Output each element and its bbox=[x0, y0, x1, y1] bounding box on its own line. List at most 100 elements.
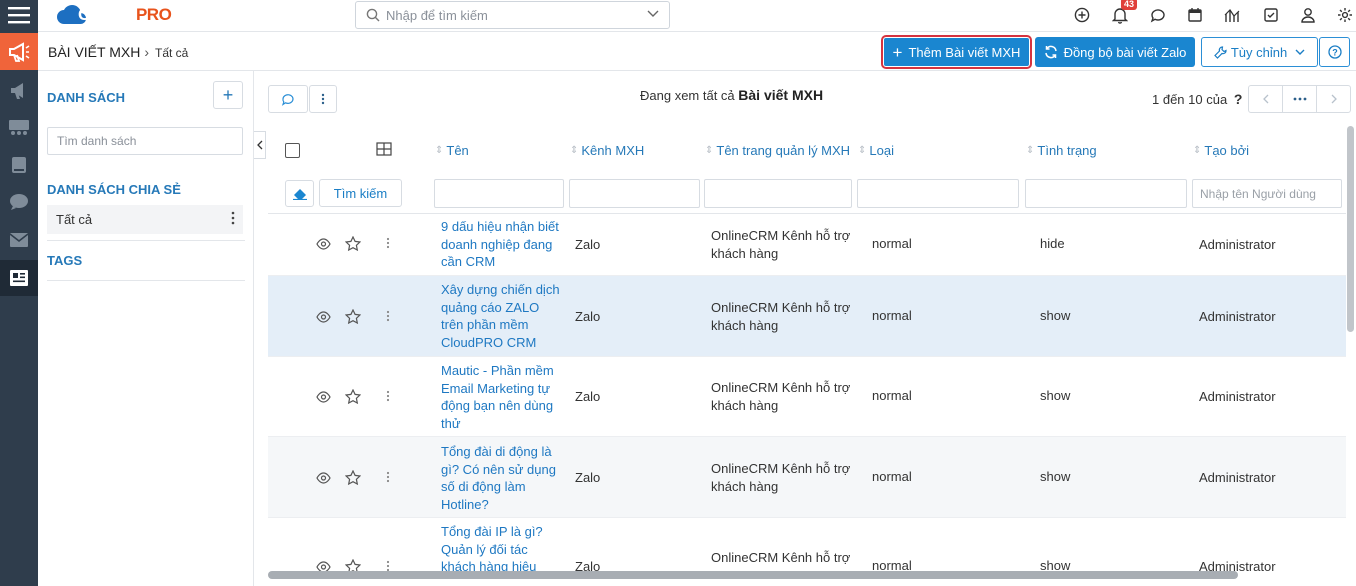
customize-dropdown-button[interactable]: Tùy chỉnh bbox=[1201, 37, 1318, 67]
eraser-icon bbox=[292, 187, 308, 200]
app-logo[interactable]: CLOUDPRO bbox=[56, 4, 172, 26]
add-circle-icon[interactable] bbox=[1073, 6, 1091, 24]
table-header: ⇕ Tên ⇕ Kênh MXH ⇕ Tên trang quản lý MXH ⇕ L… bbox=[268, 127, 1346, 174]
rail-marketing-icon[interactable] bbox=[0, 33, 38, 70]
eye-icon[interactable] bbox=[316, 238, 331, 250]
comment-icon bbox=[281, 93, 295, 106]
filter-page-input[interactable] bbox=[704, 179, 852, 208]
add-list-button[interactable]: + bbox=[213, 81, 243, 109]
row-name-link[interactable]: Tổng đài IP là gì? Quản lý đối tác khách… bbox=[441, 523, 563, 576]
star-icon[interactable] bbox=[345, 470, 361, 485]
eye-icon[interactable] bbox=[316, 311, 331, 323]
rail-contacts-icon[interactable] bbox=[0, 110, 38, 146]
clear-filter-button[interactable] bbox=[285, 180, 314, 207]
page-jump-button[interactable] bbox=[1283, 86, 1317, 112]
module-header: BÀI VIẾT MXH › Tất cả + Thêm Bài viết MXH … bbox=[38, 32, 1356, 71]
table-row[interactable]: Tổng đài di động là gì? Có nên sử dụng s… bbox=[268, 437, 1346, 518]
global-search-input[interactable]: Nhập để tìm kiếm bbox=[355, 1, 670, 29]
pager-help-icon[interactable]: ? bbox=[1234, 91, 1243, 107]
more-vertical-icon[interactable] bbox=[386, 310, 390, 322]
column-header-created-by[interactable]: ⇕ Tạo bởi bbox=[1193, 143, 1249, 158]
row-name-link[interactable]: 9 dấu hiệu nhận biết doanh nghiệp đang c… bbox=[441, 218, 563, 271]
shared-lists-title: DANH SÁCH CHIA SẺ bbox=[47, 182, 181, 197]
filter-status-input[interactable] bbox=[1025, 179, 1187, 208]
rail-mail-icon[interactable] bbox=[0, 222, 38, 258]
row-name-link[interactable]: Mautic - Phần mềm Email Marketing tự độn… bbox=[441, 362, 563, 432]
pagination-info: 1 đến 10 của ? bbox=[1152, 91, 1243, 107]
hamburger-menu-icon[interactable] bbox=[0, 0, 38, 30]
column-header-page[interactable]: ⇕ Tên trang quản lý MXH bbox=[705, 143, 850, 158]
filter-created-by-input[interactable]: Nhập tên Người dùng bbox=[1192, 179, 1342, 208]
filter-row: Tìm kiếm Nhập tên Người dùng bbox=[268, 174, 1346, 214]
eye-icon[interactable] bbox=[316, 472, 331, 484]
list-view: Đang xem tất cả Bài viết MXH 1 đến 10 củ… bbox=[268, 71, 1356, 586]
add-social-post-button[interactable]: + Thêm Bài viết MXH bbox=[883, 37, 1030, 67]
rail-book-icon[interactable] bbox=[0, 147, 38, 183]
row-name-link[interactable]: Tổng đài di động là gì? Có nên sử dụng s… bbox=[441, 443, 563, 513]
list-search-input[interactable]: Tìm danh sách bbox=[47, 127, 243, 155]
column-chooser-icon[interactable] bbox=[376, 142, 392, 156]
task-checkbox-icon[interactable] bbox=[1262, 6, 1280, 24]
horizontal-scrollbar[interactable] bbox=[268, 571, 1238, 579]
notification-badge: 43 bbox=[1121, 0, 1138, 10]
more-vertical-icon[interactable] bbox=[231, 211, 235, 225]
row-name-link[interactable]: Xây dựng chiến dịch quảng cáo ZALO trên … bbox=[441, 281, 563, 351]
collapse-panel-button[interactable] bbox=[254, 131, 266, 159]
comment-toggle-button[interactable] bbox=[268, 85, 308, 113]
row-created-by: Administrator bbox=[1199, 389, 1276, 404]
star-icon[interactable] bbox=[345, 389, 361, 404]
analytics-icon[interactable] bbox=[1224, 6, 1242, 24]
more-vertical-icon[interactable] bbox=[386, 237, 390, 249]
row-channel: Zalo bbox=[575, 470, 601, 485]
eye-icon[interactable] bbox=[316, 391, 331, 403]
row-page: OnlineCRM Kênh hỗ trợ khách hàng bbox=[711, 228, 851, 261]
table-row[interactable]: Xây dựng chiến dịch quảng cáo ZALO trên … bbox=[268, 276, 1346, 357]
filter-name-input[interactable] bbox=[434, 179, 564, 208]
row-type: normal bbox=[872, 469, 912, 484]
wrench-icon bbox=[1213, 45, 1227, 59]
column-header-type[interactable]: ⇕ Loại bbox=[858, 143, 894, 158]
shared-list-item-all[interactable]: Tất cả bbox=[47, 205, 243, 234]
rail-campaign-icon[interactable] bbox=[0, 73, 38, 109]
table-row[interactable]: 9 dấu hiệu nhận biết doanh nghiệp đang c… bbox=[268, 214, 1346, 276]
row-page: OnlineCRM Kênh hỗ trợ khách hàng bbox=[711, 300, 851, 333]
filter-type-input[interactable] bbox=[857, 179, 1019, 208]
row-type: normal bbox=[872, 236, 912, 251]
select-all-checkbox[interactable] bbox=[285, 143, 300, 158]
prev-page-button[interactable] bbox=[1249, 86, 1283, 112]
chevron-down-icon[interactable] bbox=[647, 10, 659, 18]
breadcrumb-separator-icon: › bbox=[144, 44, 149, 60]
help-circle-icon: ? bbox=[1327, 45, 1342, 59]
more-vertical-icon[interactable] bbox=[386, 471, 390, 483]
calendar-icon[interactable] bbox=[1186, 6, 1204, 24]
row-status: show bbox=[1040, 388, 1071, 403]
chat-bubble-icon[interactable] bbox=[1149, 6, 1167, 24]
rail-social-posts-icon[interactable] bbox=[0, 260, 38, 296]
plus-icon: + bbox=[892, 42, 903, 62]
filter-channel-input[interactable] bbox=[569, 179, 700, 208]
star-icon[interactable] bbox=[345, 236, 361, 251]
row-channel: Zalo bbox=[575, 389, 601, 404]
help-button[interactable]: ? bbox=[1319, 37, 1350, 67]
next-page-button[interactable] bbox=[1317, 86, 1351, 112]
filter-search-button[interactable]: Tìm kiếm bbox=[319, 179, 402, 207]
vertical-scrollbar[interactable] bbox=[1347, 126, 1354, 332]
star-icon[interactable] bbox=[345, 309, 361, 324]
breadcrumb-current: Tất cả bbox=[155, 46, 189, 60]
column-header-name[interactable]: ⇕ Tên bbox=[435, 143, 469, 158]
chevron-left-icon bbox=[256, 140, 263, 150]
column-header-channel[interactable]: ⇕ Kênh MXH bbox=[570, 143, 644, 158]
more-actions-button[interactable] bbox=[309, 85, 337, 113]
rail-chat-icon[interactable] bbox=[0, 184, 38, 220]
tags-title[interactable]: TAGS bbox=[47, 253, 82, 268]
row-type: normal bbox=[872, 388, 912, 403]
breadcrumb-module[interactable]: BÀI VIẾT MXH bbox=[48, 44, 140, 60]
search-placeholder: Nhập để tìm kiếm bbox=[386, 7, 488, 23]
column-header-status[interactable]: ⇕ Tình trạng bbox=[1026, 143, 1097, 158]
table-row[interactable]: Mautic - Phần mềm Email Marketing tự độn… bbox=[268, 357, 1346, 437]
more-vertical-icon[interactable] bbox=[386, 390, 390, 402]
settings-gear-icon[interactable] bbox=[1336, 6, 1354, 24]
row-page: OnlineCRM Kênh hỗ trợ khách hàng bbox=[711, 380, 851, 413]
user-profile-icon[interactable] bbox=[1299, 6, 1317, 24]
sync-zalo-button[interactable]: Đồng bộ bài viết Zalo bbox=[1035, 37, 1195, 67]
